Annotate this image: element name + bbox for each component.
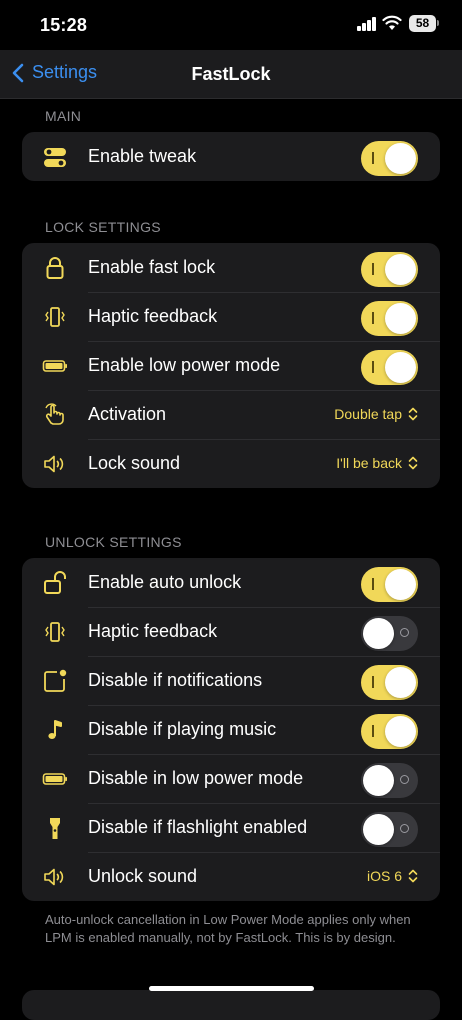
row-enable-tweak[interactable]: Enable tweak [22, 132, 440, 181]
unlock-icon [44, 571, 66, 594]
lock-sound-select[interactable]: I'll be back [336, 455, 418, 471]
page-title: FastLock [191, 64, 271, 84]
battery-nub [437, 20, 439, 26]
speaker-icon [44, 868, 64, 886]
music-note-icon [48, 720, 62, 739]
enable-tweak-toggle[interactable] [361, 141, 418, 176]
row-label: Disable if flashlight enabled [88, 817, 308, 837]
row-label: Activation [88, 404, 167, 424]
chevron-up-down-icon [408, 407, 418, 421]
flashlight-icon [50, 818, 60, 839]
row-label: Haptic feedback [88, 306, 218, 326]
speaker-icon [44, 455, 64, 473]
status-bar: 15:28 58 [0, 0, 462, 50]
row-label: Disable if notifications [88, 670, 263, 690]
group-unlock-settings: Enable auto unlock Haptic feedback Disab… [22, 558, 440, 901]
disable-if-notifications-toggle[interactable] [361, 665, 418, 700]
row-label: Enable tweak [88, 146, 197, 166]
unlock-footer-note: Auto-unlock cancellation in Low Power Mo… [45, 912, 411, 945]
battery-icon [42, 773, 67, 785]
unlock-sound-value: iOS 6 [366, 868, 402, 884]
unlock-sound-select[interactable]: iOS 6 [367, 868, 418, 884]
notification-badge-icon [44, 669, 67, 692]
activation-select[interactable]: Double tap [334, 406, 418, 422]
row-label: Enable low power mode [88, 355, 281, 375]
next-group-card [22, 990, 440, 1020]
lock-sound-value: I'll be back [336, 455, 402, 471]
row-lock-haptic-feedback[interactable]: Haptic feedback [22, 292, 440, 341]
row-enable-auto-unlock[interactable]: Enable auto unlock [22, 558, 440, 607]
wifi-icon [382, 15, 402, 30]
vibration-icon [45, 622, 65, 642]
unlock-haptic-feedback-toggle[interactable] [361, 616, 418, 651]
row-label: Disable in low power mode [88, 768, 304, 788]
row-unlock-sound[interactable]: Unlock sound iOS 6 [22, 852, 440, 901]
row-label: Disable if playing music [88, 719, 277, 739]
row-disable-if-notifications[interactable]: Disable if notifications [22, 656, 440, 705]
chevron-up-down-icon [408, 869, 418, 883]
disable-if-playing-music-toggle[interactable] [361, 714, 418, 749]
enable-auto-unlock-toggle[interactable] [361, 567, 418, 602]
battery-icon [42, 360, 67, 372]
lock-icon [46, 257, 64, 279]
group-lock-settings: Enable fast lock Haptic feedback Enable … [22, 243, 440, 488]
row-disable-if-playing-music[interactable]: Disable if playing music [22, 705, 440, 754]
toggles-icon [44, 148, 66, 167]
cellular-signal-icon [357, 17, 377, 31]
row-label: Enable fast lock [88, 257, 216, 277]
row-disable-in-low-power-mode[interactable]: Disable in low power mode [22, 754, 440, 803]
group-main: Enable tweak [22, 132, 440, 181]
row-label: Lock sound [88, 453, 181, 473]
row-lock-sound[interactable]: Lock sound I'll be back [22, 439, 440, 488]
disable-in-low-power-mode-toggle[interactable] [361, 763, 418, 798]
vibration-icon [45, 307, 65, 327]
enable-fast-lock-toggle[interactable] [361, 252, 418, 287]
row-enable-low-power-mode[interactable]: Enable low power mode [22, 341, 440, 390]
lock-haptic-feedback-toggle[interactable] [361, 301, 418, 336]
navigation-bar: Settings FastLock [0, 50, 462, 99]
row-disable-if-flashlight-enabled[interactable]: Disable if flashlight enabled [22, 803, 440, 852]
row-unlock-haptic-feedback[interactable]: Haptic feedback [22, 607, 440, 656]
hand-tap-icon [45, 403, 64, 425]
chevron-up-down-icon [408, 456, 418, 470]
section-header-main: MAIN [45, 108, 82, 124]
home-indicator[interactable] [149, 986, 314, 991]
battery-indicator: 58 [409, 15, 436, 32]
row-activation[interactable]: Activation Double tap [22, 390, 440, 439]
row-enable-fast-lock[interactable]: Enable fast lock [22, 243, 440, 292]
enable-low-power-mode-toggle[interactable] [361, 350, 418, 385]
row-label: Haptic feedback [88, 621, 218, 641]
section-header-lock: LOCK SETTINGS [45, 219, 161, 235]
disable-if-flashlight-enabled-toggle[interactable] [361, 812, 418, 847]
row-label: Unlock sound [88, 866, 198, 886]
clock: 15:28 [40, 15, 88, 35]
section-header-unlock: UNLOCK SETTINGS [45, 534, 182, 550]
activation-value: Double tap [334, 406, 402, 422]
row-label: Enable auto unlock [88, 572, 242, 592]
